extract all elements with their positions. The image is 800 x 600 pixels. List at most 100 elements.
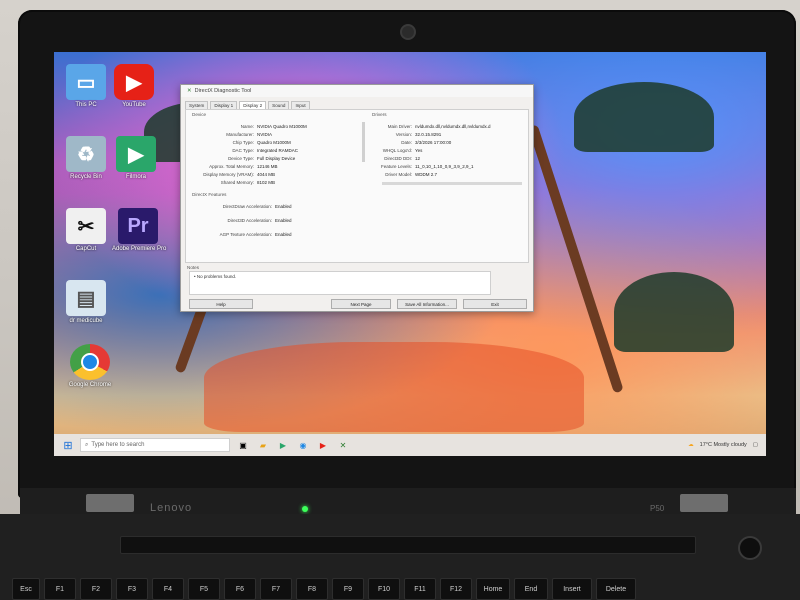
desktop-icon-chrome[interactable]: Google Chrome xyxy=(64,344,116,388)
desktop-icon-recycle-bin[interactable]: ♻ Recycle Bin xyxy=(60,136,112,180)
system-tray: ☁ 17°C Mostly cloudy ▢ xyxy=(688,437,758,453)
notes-header: Notes xyxy=(187,265,200,270)
task-view-icon[interactable]: ▣ xyxy=(236,438,250,452)
drivers-hscrollbar[interactable] xyxy=(382,182,522,185)
key[interactable]: F4 xyxy=(152,578,184,600)
wallpaper-figure xyxy=(204,342,584,432)
youtube-taskbar-icon[interactable]: ▶ xyxy=(316,438,330,452)
key[interactable]: F5 xyxy=(188,578,220,600)
driver-row: Date: 3/3/2026 17:00:00 xyxy=(401,140,452,145)
filmora-taskbar-icon[interactable]: ▶ xyxy=(276,438,290,452)
key[interactable]: Esc xyxy=(12,578,40,600)
key[interactable]: F12 xyxy=(440,578,472,600)
tab-system[interactable]: System xyxy=(185,101,209,109)
dxdiag-app-icon: ✕ xyxy=(187,88,192,94)
tab-display-2[interactable]: Display 2 xyxy=(239,101,267,109)
file-explorer-icon[interactable]: ▰ xyxy=(256,438,270,452)
driver-row: WHQL Logo'd: Yes xyxy=(382,148,423,153)
weather-text[interactable]: 17°C Mostly cloudy xyxy=(700,442,747,448)
key[interactable]: F6 xyxy=(224,578,256,600)
youtube-icon: ▶ xyxy=(114,64,154,100)
key[interactable]: F10 xyxy=(368,578,400,600)
driver-row: Version: 32.0.15.8291 xyxy=(395,132,442,137)
taskbar-search[interactable]: ⌕ Type here to search xyxy=(80,438,230,452)
window-titlebar[interactable]: ✕ DirectX Diagnostic Tool xyxy=(181,85,533,97)
key[interactable]: F7 xyxy=(260,578,292,600)
tab-input[interactable]: Input xyxy=(291,101,310,109)
power-button[interactable] xyxy=(738,536,762,560)
display-panel: Device Drivers Name: NVIDIA Quadro M1000M… xyxy=(185,109,529,263)
device-row: Approx. Total Memory: 12146 MB xyxy=(209,164,278,169)
dxdiag-window: ✕ DirectX Diagnostic Tool System Display… xyxy=(180,84,534,312)
feature-row: AGP Texture Acceleration: Enabled xyxy=(219,232,292,237)
windows-start-icon[interactable]: ⊞ xyxy=(60,437,76,453)
feature-row: Direct3D Acceleration: Enabled xyxy=(227,218,292,223)
driver-row: Main Driver: nvldumdx.dll,nvldumdx.dll,nv… xyxy=(387,124,491,129)
notification-icon[interactable]: ▢ xyxy=(753,442,758,448)
premiere-icon: Pr xyxy=(118,208,158,244)
key[interactable]: F1 xyxy=(44,578,76,600)
notes-section: Notes • No problems found. xyxy=(185,265,527,297)
pc-icon: ▭ xyxy=(66,64,106,100)
dxdiag-taskbar-icon[interactable]: ✕ xyxy=(336,438,350,452)
tab-sound[interactable]: Sound xyxy=(268,101,290,109)
desktop-icon-premiere[interactable]: Pr Adobe Premiere Pro xyxy=(112,208,166,252)
driver-row: Direct3D DDI: 12 xyxy=(384,156,421,161)
desktop-icon-filmora[interactable]: ▶ Filmora xyxy=(110,136,162,180)
document-icon: ▤ xyxy=(66,280,106,316)
device-section-header: Device xyxy=(192,112,207,117)
window-title: DirectX Diagnostic Tool xyxy=(194,88,252,94)
desktop-icon-this-pc[interactable]: ▭ This PC xyxy=(60,64,112,108)
next-page-button[interactable]: Next Page xyxy=(331,299,391,309)
recycle-bin-icon: ♻ xyxy=(66,136,106,172)
device-row: Manufacturer: NVIDIA xyxy=(226,132,273,137)
speaker-grille xyxy=(120,536,696,554)
help-button[interactable]: Help xyxy=(189,299,253,309)
key[interactable]: Insert xyxy=(552,578,592,600)
palm-fronds xyxy=(574,82,714,152)
key[interactable]: F8 xyxy=(296,578,328,600)
chrome-taskbar-icon[interactable]: ◉ xyxy=(296,438,310,452)
key[interactable]: F3 xyxy=(116,578,148,600)
device-row: Name: NVIDIA Quadro M1000M xyxy=(240,124,307,129)
driver-row: Driver Model: WDDM 2.7 xyxy=(385,172,438,177)
key[interactable]: Home xyxy=(476,578,510,600)
desktop-icon-youtube[interactable]: ▶ YouTube xyxy=(108,64,160,108)
device-row: Device Type: Full Display Device xyxy=(228,156,296,161)
notes-text: • No problems found. xyxy=(194,274,237,279)
notes-box: • No problems found. xyxy=(189,271,491,295)
brand-logo: Lenovo xyxy=(150,502,193,514)
desktop-icon-capcut[interactable]: ✂ CapCut xyxy=(60,208,112,252)
hinge-left xyxy=(86,494,134,512)
key[interactable]: F9 xyxy=(332,578,364,600)
key[interactable]: F11 xyxy=(404,578,436,600)
driver-row: Feature Levels: 11_0,10_1,10_0,9_3,9_2,9_… xyxy=(380,164,474,169)
tab-bar: System Display 1 Display 2 Sound Input xyxy=(181,97,533,109)
key[interactable]: F2 xyxy=(80,578,112,600)
keyboard-row: Esc F1 F2 F3 F4 F5 F6 F7 F8 F9 F10 F11 F… xyxy=(12,578,800,600)
key[interactable]: Delete xyxy=(596,578,636,600)
capcut-icon: ✂ xyxy=(66,208,106,244)
drivers-section-header: Drivers xyxy=(372,112,387,117)
key[interactable]: End xyxy=(514,578,548,600)
weather-icon: ☁ xyxy=(688,442,694,448)
palm-fronds xyxy=(614,272,734,352)
device-scrollbar[interactable] xyxy=(362,122,365,162)
device-row: Shared Memory: 8102 MB xyxy=(220,180,276,185)
device-row: DAC Type: Integrated RAMDAC xyxy=(232,148,299,153)
hinge-right xyxy=(680,494,728,512)
feature-row: DirectDraw Acceleration: Enabled xyxy=(222,204,292,209)
filmora-icon: ▶ xyxy=(116,136,156,172)
model-label: P50 xyxy=(650,504,665,513)
save-all-button[interactable]: Save All Information... xyxy=(397,299,457,309)
exit-button[interactable]: Exit xyxy=(463,299,527,309)
device-row: Display Memory (VRAM): 4044 MB xyxy=(203,172,276,177)
taskbar: ⊞ ⌕ Type here to search ▣ ▰ ▶ ◉ ▶ ✕ ☁ 17°… xyxy=(54,434,766,456)
status-led xyxy=(302,506,308,512)
tab-display-1[interactable]: Display 1 xyxy=(210,101,238,109)
chrome-icon xyxy=(70,344,110,380)
webcam xyxy=(402,26,414,38)
device-row: Chip Type: Quadro M1000M xyxy=(232,140,291,145)
desktop-icon-dr-medicube[interactable]: ▤ dr medicube xyxy=(60,280,112,324)
search-icon: ⌕ xyxy=(85,441,89,448)
